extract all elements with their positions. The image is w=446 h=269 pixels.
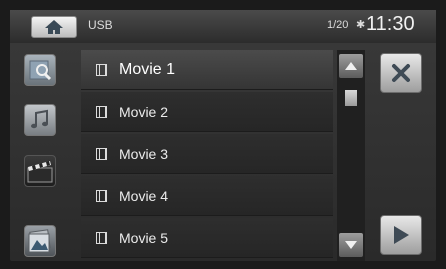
list-item[interactable]: Movie 2 bbox=[81, 92, 333, 132]
film-icon bbox=[96, 63, 107, 76]
scroll-up-button[interactable] bbox=[339, 54, 363, 78]
scroll-thumb[interactable] bbox=[345, 90, 357, 106]
list-item-label: Movie 2 bbox=[119, 103, 169, 120]
arrow-down-icon bbox=[345, 241, 357, 249]
film-icon bbox=[96, 147, 107, 160]
close-button[interactable] bbox=[380, 53, 422, 93]
track-counter: 1/20 bbox=[327, 19, 349, 31]
list-item-label: Movie 5 bbox=[119, 229, 169, 246]
list-item-label: Movie 3 bbox=[119, 145, 169, 162]
video-source-button[interactable] bbox=[24, 155, 56, 187]
source-label: USB bbox=[88, 18, 113, 32]
home-icon bbox=[45, 20, 63, 34]
list-item[interactable]: Movie 3 bbox=[81, 134, 333, 174]
list-item[interactable]: Movie 4 bbox=[81, 176, 333, 216]
list-item[interactable]: Movie 5 bbox=[81, 218, 333, 258]
list-item[interactable]: Movie 1 bbox=[81, 50, 333, 90]
film-icon bbox=[96, 231, 107, 244]
list-item-label: Movie 4 bbox=[119, 187, 169, 204]
list-item-label: Movie 1 bbox=[119, 60, 176, 78]
photo-icon bbox=[28, 229, 51, 253]
usb-browse-button[interactable] bbox=[24, 54, 56, 86]
home-button[interactable] bbox=[31, 16, 77, 38]
scroll-down-button[interactable] bbox=[339, 233, 363, 257]
file-list: Movie 1 Movie 2 Movie 3 Movie 4 Movie 5 bbox=[81, 50, 333, 261]
clock: 11:30 bbox=[366, 13, 415, 35]
photo-source-button[interactable] bbox=[24, 225, 56, 257]
video-clapper-icon bbox=[27, 161, 53, 183]
screen-frame: USB 1/20 ✱ 11:30 Movie 1 Movie 2 Movie 3… bbox=[10, 10, 436, 261]
arrow-up-icon bbox=[345, 62, 357, 70]
play-button[interactable] bbox=[380, 215, 422, 255]
close-icon bbox=[392, 64, 410, 82]
music-icon bbox=[31, 109, 48, 129]
header-bar: USB 1/20 ✱ 11:30 bbox=[10, 10, 436, 43]
usb-browse-icon bbox=[29, 60, 52, 81]
bluetooth-icon: ✱ bbox=[356, 19, 366, 31]
film-icon bbox=[96, 105, 107, 118]
music-source-button[interactable] bbox=[24, 104, 56, 136]
film-icon bbox=[96, 189, 107, 202]
play-icon bbox=[394, 226, 409, 244]
scrollbar[interactable] bbox=[337, 50, 365, 261]
